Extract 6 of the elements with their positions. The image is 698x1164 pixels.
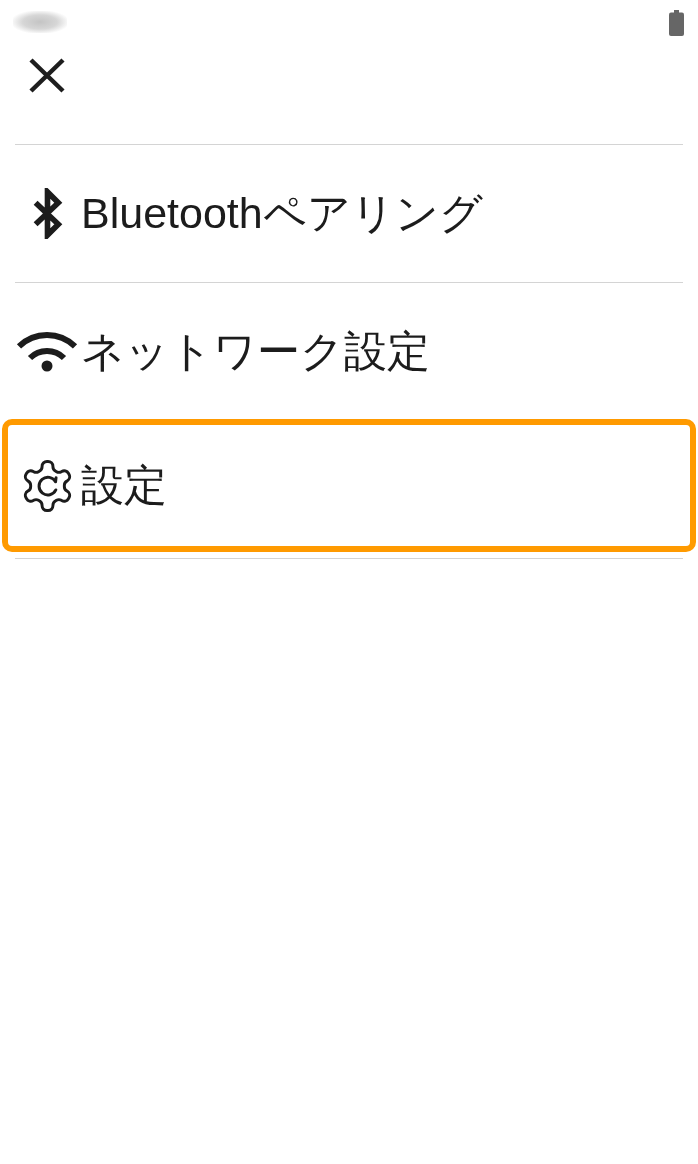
battery-icon [669, 10, 684, 36]
close-button[interactable] [28, 57, 66, 94]
close-icon [28, 57, 66, 94]
menu-item[interactable]: 設定 [2, 419, 696, 552]
wifi-icon [16, 331, 78, 372]
blurred-clock [13, 11, 67, 33]
